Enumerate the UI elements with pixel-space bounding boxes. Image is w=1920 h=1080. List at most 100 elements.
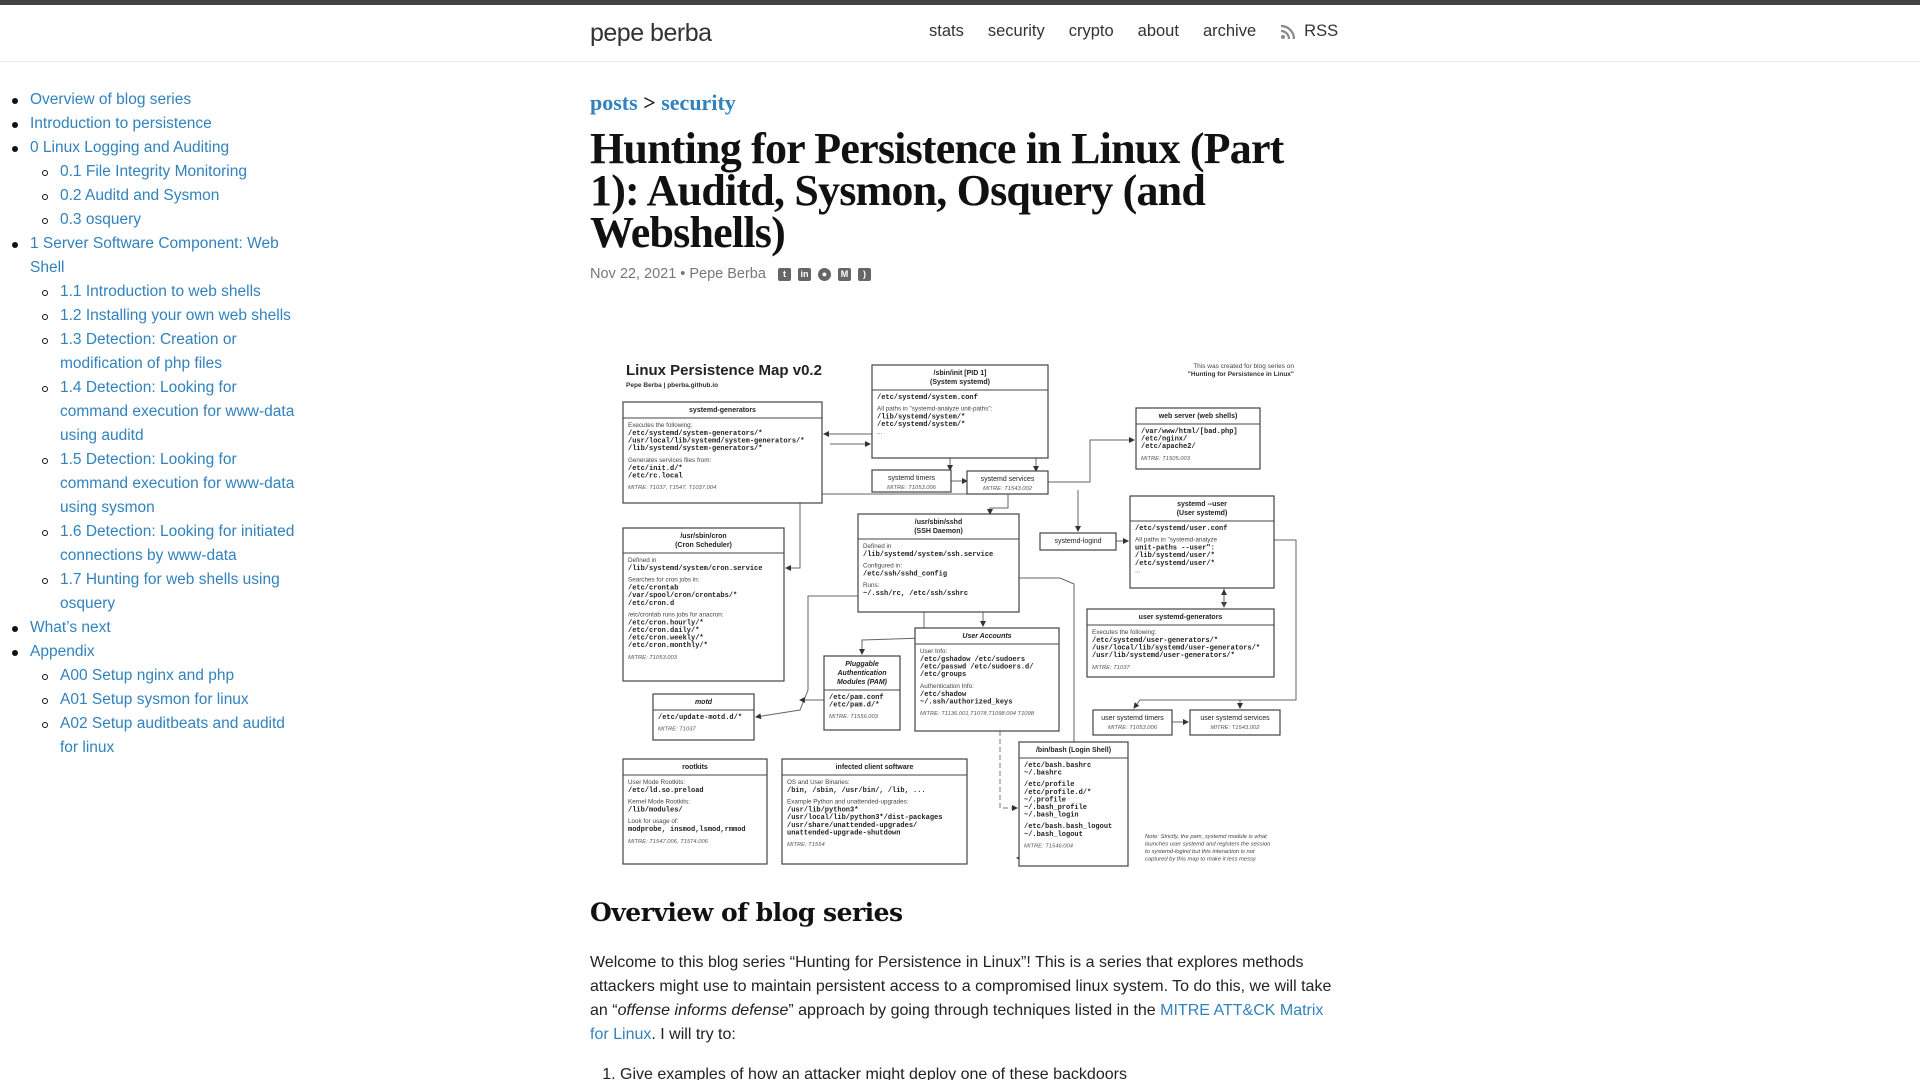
diagram-box: /usr/sbin/sshd (SSH Daemon) Defined in/lib… <box>857 513 1020 613</box>
toc-item: 0 Linux Logging and Auditing <box>0 136 305 160</box>
bullet-icon <box>12 98 18 104</box>
box-title: systemd-generators <box>689 407 756 414</box>
box-line: /etc/cron.d <box>628 600 674 608</box>
nav-security[interactable]: security <box>988 22 1045 41</box>
toc-item: A00 Setup nginx and php <box>0 664 305 688</box>
box-line: Kernel Mode Rootkits: <box>628 799 690 806</box>
diagram-box: systemd-generators Executes the following… <box>622 401 823 504</box>
toc-link[interactable]: 1.7 Hunting for web shells using osquery <box>60 571 280 612</box>
diagram-title: Linux Persistence Map v0.2 <box>626 362 822 379</box>
bullet-icon <box>42 170 48 176</box>
box-line: /etc/apache2/ <box>1141 443 1196 451</box>
diagram-box: /bin/bash (Login Shell)/etc/bash.bashrc~… <box>1018 741 1129 867</box>
post-date: Nov 22, 2021 <box>590 266 677 282</box>
toc-item: Appendix <box>0 640 305 664</box>
box-title: rootkits <box>682 764 708 771</box>
toc-link[interactable]: 1.4 Detection: Looking for command execu… <box>60 379 294 444</box>
diagram-box: motd/etc/update-motd.d/* MITRE: T1037 <box>652 693 755 741</box>
nav-stats[interactable]: stats <box>929 22 964 41</box>
box-title: /bin/bash (Login Shell) <box>1036 747 1111 754</box>
box-line: /etc/systemd/user/* <box>1135 560 1215 568</box>
toc-link[interactable]: 0.3 osquery <box>60 211 141 228</box>
toc-link[interactable]: 1.6 Detection: Looking for initiated con… <box>60 523 294 564</box>
diagram-box: User AccountsUser Info:/etc/gshadow /etc… <box>914 627 1060 732</box>
box-line: MITRE: T1053.006 <box>887 485 937 491</box>
diagram-credit-1: This was created for blog series on <box>1193 363 1294 370</box>
bullet-icon <box>42 722 48 728</box>
box-line: Example Python and unattended-upgrades: <box>787 799 909 806</box>
bullet-icon <box>42 194 48 200</box>
toc-item: 1.2 Installing your own web shells <box>0 304 305 328</box>
toc-link[interactable]: 0 Linux Logging and Auditing <box>30 139 229 156</box>
toc-link[interactable]: 1 Server Software Component: Web Shell <box>30 235 279 276</box>
linux-persistence-map-diagram: Linux Persistence Map v0.2 Pepe Berba | … <box>622 362 1297 867</box>
bullet-icon <box>42 458 48 464</box>
toc-link[interactable]: 1.2 Installing your own web shells <box>60 307 291 324</box>
toc-link[interactable]: Introduction to persistence <box>30 115 212 132</box>
diagram-credit-2: "Hunting for Persistence in Linux" <box>1188 371 1294 378</box>
medium-icon[interactable]: M <box>837 267 851 281</box>
post-meta: Nov 22, 2021 • Pepe Berba t in ● M ) <box>590 266 1335 282</box>
diagram-box: user systemd-generators Executes the foll… <box>1086 608 1275 678</box>
box-line: MITRE: T1136.001,T1078,T1098.004 T1098 <box>920 711 1035 717</box>
box-line: Searches for cron jobs in: <box>628 577 700 584</box>
toc-item: Introduction to persistence <box>0 112 305 136</box>
toc-link[interactable]: What’s next <box>30 619 111 636</box>
toc-link[interactable]: 0.2 Auditd and Sysmon <box>60 187 219 204</box>
bullet-icon <box>12 146 18 152</box>
box-line: OS and User Binaries: <box>787 779 850 786</box>
box-line: /etc/rc.local <box>628 472 683 480</box>
site-header: pepe berba stats security crypto about a… <box>0 5 1920 62</box>
box-line: MITRE: T1543.002 <box>983 486 1033 492</box>
toc-link[interactable]: 1.5 Detection: Looking for command execu… <box>60 451 294 516</box>
box-title: (SSH Daemon) <box>914 528 963 535</box>
toc-link[interactable]: A01 Setup sysmon for linux <box>60 691 249 708</box>
diagram-subtitle: Pepe Berba | pberba.github.io <box>626 382 718 389</box>
emphasis: offense informs defense <box>617 1002 789 1019</box>
box-line: /etc/systemd/user.conf <box>1135 525 1227 533</box>
github-icon[interactable]: ● <box>817 267 831 281</box>
diagram-box: systemd services MITRE: T1543.002 <box>966 470 1049 495</box>
toc-item: A01 Setup sysmon for linux <box>0 688 305 712</box>
nav-crypto[interactable]: crypto <box>1069 22 1114 41</box>
box-line: MITRE: T1053.006 <box>1108 725 1158 731</box>
box-title: infected client software <box>836 764 914 771</box>
box-line: /etc/pam.d/* <box>829 702 879 710</box>
nav-about[interactable]: about <box>1138 22 1179 41</box>
toc-link[interactable]: 0.1 File Integrity Monitoring <box>60 163 247 180</box>
box-line: Defined in <box>863 543 892 550</box>
box-title: user systemd services <box>1200 715 1270 722</box>
toc-link[interactable]: 1.1 Introduction to web shells <box>60 283 261 300</box>
toc-link[interactable]: Overview of blog series <box>30 91 191 108</box>
toc-item: 1.5 Detection: Looking for command execu… <box>0 448 305 520</box>
bullet-icon <box>42 578 48 584</box>
box-line: /etc/systemd/system.conf <box>877 394 978 402</box>
diagram-box: user systemd services MITRE: T1543.002 <box>1189 709 1281 736</box>
overview-section: Overview of blog series Welcome to this … <box>590 898 1335 1080</box>
toc-link[interactable]: A02 Setup auditbeats and auditd for linu… <box>60 715 285 756</box>
table-of-contents: Overview of blog series Introduction to p… <box>0 88 305 760</box>
site-title-link[interactable]: pepe berba <box>590 19 712 48</box>
breadcrumb-security[interactable]: security <box>661 90 736 115</box>
toc-link[interactable]: Appendix <box>30 643 95 660</box>
box-line: modprobe, insmod,lsmod,rmmod <box>628 826 746 834</box>
rss-icon[interactable]: ) <box>857 267 871 281</box>
box-line: Defined in <box>628 557 657 564</box>
box-title: User Accounts <box>962 633 1011 640</box>
nav-rss[interactable]: RSS <box>1280 22 1338 41</box>
nav-archive[interactable]: archive <box>1203 22 1256 41</box>
box-line: ~/.ssh/authorized_keys <box>920 698 1012 706</box>
diagram-arrow <box>1048 437 1135 483</box>
linkedin-icon[interactable]: in <box>797 267 811 281</box>
bullet-icon <box>12 626 18 632</box>
bullet-icon <box>12 242 18 248</box>
box-line: Configured in: <box>863 563 902 570</box>
toc-link[interactable]: A00 Setup nginx and php <box>60 667 234 684</box>
box-line: MITRE: T1543.002 <box>1211 725 1261 731</box>
box-title: Pluggable <box>845 661 879 668</box>
box-title: (System systemd) <box>930 379 990 386</box>
box-title: motd <box>695 699 713 706</box>
twitter-icon[interactable]: t <box>777 267 791 281</box>
breadcrumb-posts[interactable]: posts <box>590 90 638 115</box>
toc-link[interactable]: 1.3 Detection: Creation or modification … <box>60 331 237 372</box>
